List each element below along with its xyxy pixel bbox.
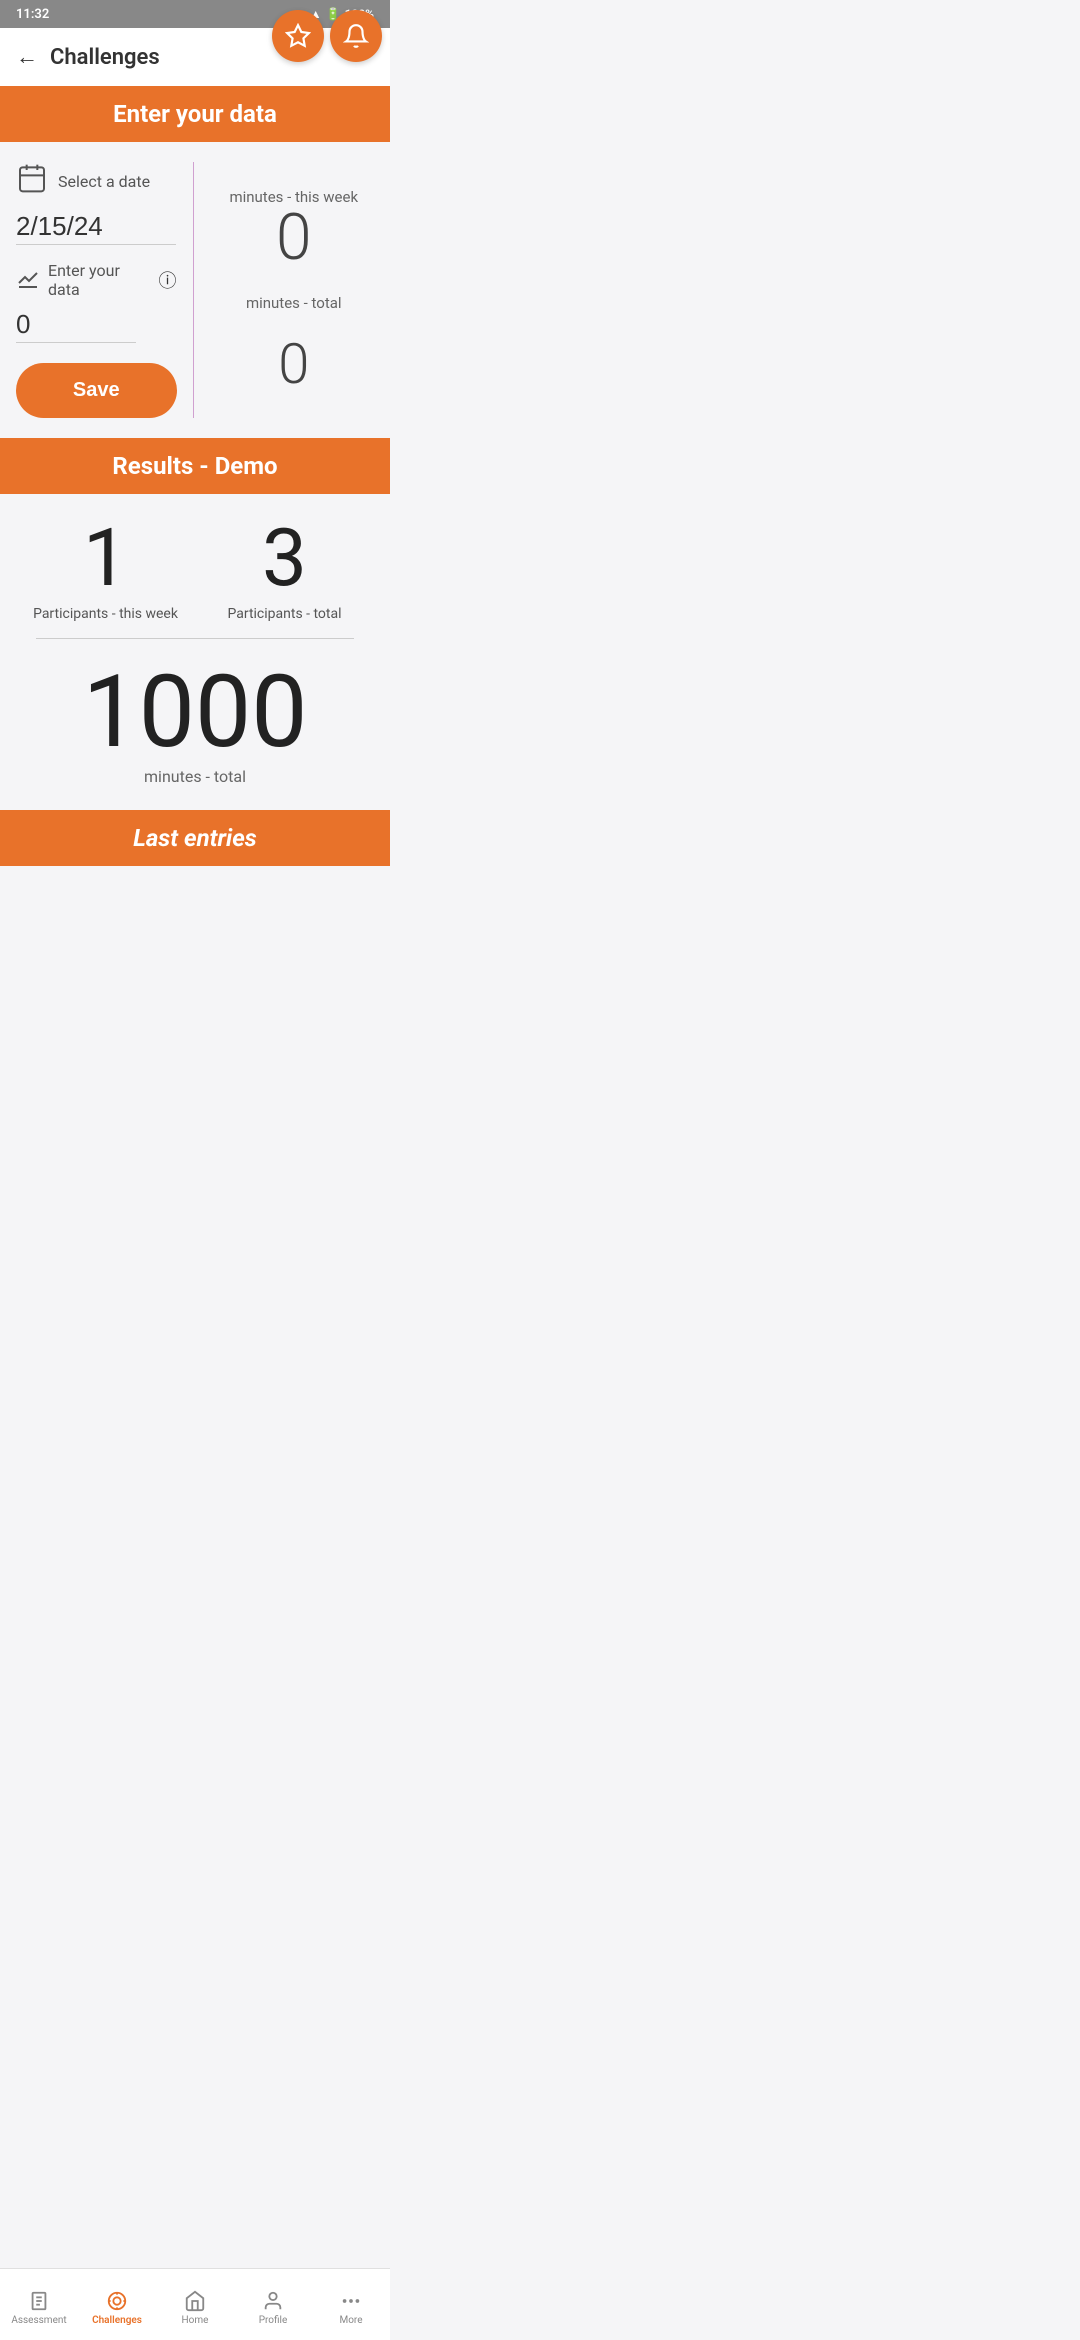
- participants-total-value: 3: [195, 518, 374, 598]
- total-minutes-value: 1000: [16, 663, 374, 763]
- minutes-total-label: minutes - total: [246, 294, 342, 312]
- page-title: Challenges: [50, 45, 160, 70]
- data-entry-row: Enter your data ⓘ: [16, 261, 177, 299]
- data-entry-label: Enter your data: [48, 261, 151, 299]
- results-header: Results - Demo: [0, 438, 390, 494]
- more-icon: [340, 2290, 362, 2312]
- date-input[interactable]: [16, 209, 176, 245]
- nav-more[interactable]: More: [312, 2269, 390, 2340]
- assessment-icon: [28, 2290, 50, 2312]
- nav-profile-label: Profile: [259, 2315, 288, 2326]
- nav-home[interactable]: Home: [156, 2269, 234, 2340]
- badge-icon: [285, 23, 311, 49]
- participants-week-value: 1: [16, 518, 195, 598]
- minutes-total-value: 0: [278, 336, 309, 392]
- home-icon: [184, 2290, 206, 2312]
- enter-data-section: Select a date Enter your data ⓘ Save min…: [0, 142, 390, 438]
- back-button[interactable]: ←: [16, 44, 38, 70]
- data-number-input[interactable]: [16, 307, 136, 343]
- data-right-col: minutes - this week 0 minutes - total 0: [194, 162, 375, 418]
- profile-icon: [262, 2290, 284, 2312]
- enter-data-header: Enter your data: [0, 86, 390, 142]
- nav-spacer: [0, 866, 390, 938]
- nav-assessment[interactable]: Assessment: [0, 2269, 78, 2340]
- results-divider: [36, 638, 354, 639]
- total-minutes-label: minutes - total: [16, 767, 374, 786]
- participants-week-label: Participants - this week: [16, 606, 195, 622]
- nav-challenges[interactable]: Challenges: [78, 2269, 156, 2340]
- header-icons: [272, 10, 382, 62]
- date-row: Select a date: [16, 162, 177, 201]
- save-button[interactable]: Save: [16, 363, 177, 418]
- results-title: Results - Demo: [112, 452, 277, 480]
- last-entries-header: Last entries: [0, 810, 390, 866]
- date-label: Select a date: [58, 172, 150, 191]
- last-entries-title: Last entries: [133, 824, 257, 852]
- nav-profile[interactable]: Profile: [234, 2269, 312, 2340]
- bell-icon: [343, 23, 369, 49]
- nav-more-label: More: [339, 2315, 362, 2326]
- badge-button[interactable]: [272, 10, 324, 62]
- notification-button[interactable]: [330, 10, 382, 62]
- bottom-nav: Assessment Challenges Home Profile: [0, 2268, 390, 2340]
- data-left-col: Select a date Enter your data ⓘ Save: [16, 162, 194, 418]
- data-input-row: Select a date Enter your data ⓘ Save min…: [16, 162, 374, 418]
- participants-total-label: Participants - total: [195, 606, 374, 622]
- nav-assessment-label: Assessment: [11, 2315, 66, 2326]
- results-section: 1 Participants - this week 3 Participant…: [0, 494, 390, 810]
- chart-icon: [16, 266, 40, 295]
- enter-data-title: Enter your data: [113, 100, 277, 128]
- participants-total-col: 3 Participants - total: [195, 518, 374, 622]
- header: ← Challenges: [0, 28, 390, 86]
- calendar-icon: [16, 162, 48, 201]
- participants-row: 1 Participants - this week 3 Participant…: [16, 518, 374, 622]
- participants-week-col: 1 Participants - this week: [16, 518, 195, 622]
- nav-challenges-label: Challenges: [92, 2315, 142, 2326]
- challenges-icon: [106, 2290, 128, 2312]
- info-icon[interactable]: ⓘ: [159, 267, 177, 293]
- status-time: 11:32: [16, 7, 49, 22]
- nav-home-label: Home: [182, 2315, 209, 2326]
- minutes-week-value: 0: [276, 206, 312, 270]
